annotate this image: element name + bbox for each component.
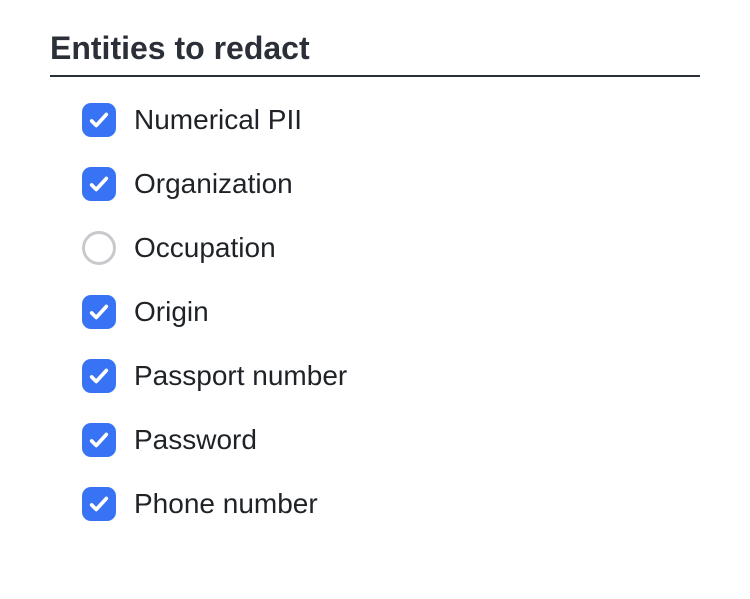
entity-row-organization[interactable]: Organization [82, 167, 700, 201]
entity-label: Occupation [134, 232, 276, 264]
checkbox-checked-icon[interactable] [82, 295, 116, 329]
checkbox-checked-icon[interactable] [82, 487, 116, 521]
entity-checkbox-list: Numerical PII Organization Occupation Or… [50, 103, 700, 521]
entity-label: Passport number [134, 360, 347, 392]
entity-label: Password [134, 424, 257, 456]
checkbox-unchecked-icon[interactable] [82, 231, 116, 265]
entity-row-occupation[interactable]: Occupation [82, 231, 700, 265]
entity-label: Organization [134, 168, 293, 200]
checkbox-checked-icon[interactable] [82, 423, 116, 457]
section-title: Entities to redact [50, 30, 700, 77]
checkbox-checked-icon[interactable] [82, 103, 116, 137]
entity-label: Origin [134, 296, 209, 328]
checkbox-checked-icon[interactable] [82, 359, 116, 393]
entity-row-phone-number[interactable]: Phone number [82, 487, 700, 521]
checkbox-checked-icon[interactable] [82, 167, 116, 201]
entity-row-password[interactable]: Password [82, 423, 700, 457]
entity-row-numerical-pii[interactable]: Numerical PII [82, 103, 700, 137]
entity-label: Numerical PII [134, 104, 302, 136]
entity-label: Phone number [134, 488, 318, 520]
entity-row-passport-number[interactable]: Passport number [82, 359, 700, 393]
entity-row-origin[interactable]: Origin [82, 295, 700, 329]
